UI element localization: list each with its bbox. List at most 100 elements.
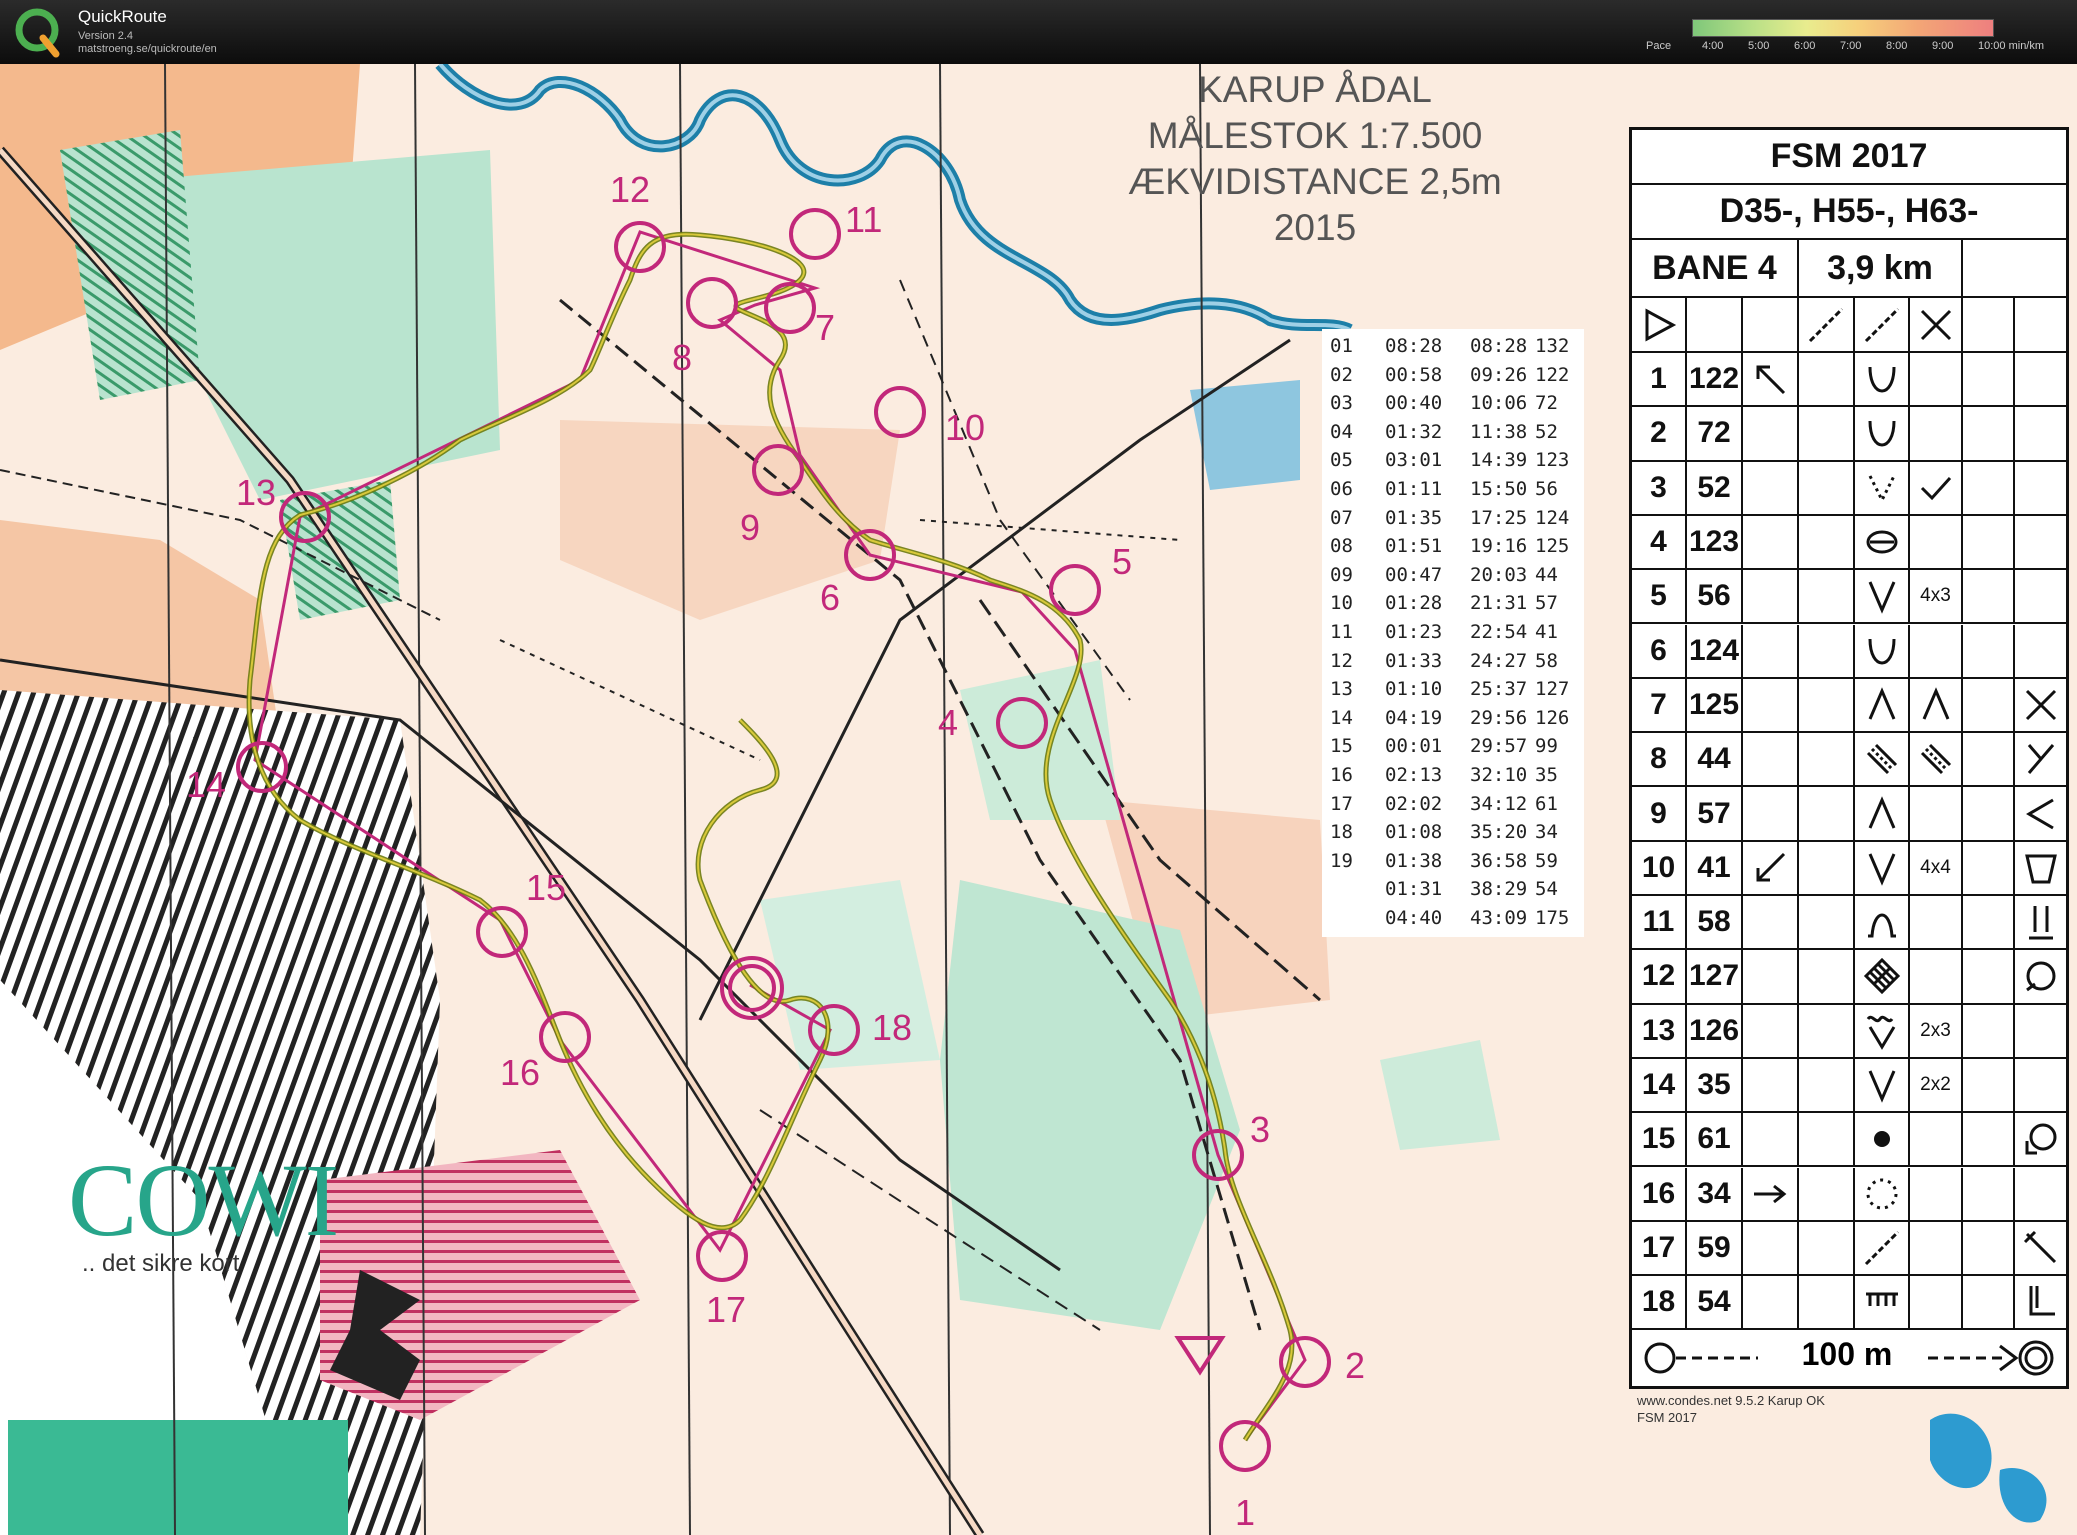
split-total: 11:38 <box>1470 420 1528 443</box>
split-split: 01:11 <box>1385 478 1443 500</box>
control-description-row: 5 56 4x3 <box>1632 570 2066 625</box>
split-split: 01:35 <box>1385 506 1443 529</box>
grid-icon <box>1855 950 1910 1003</box>
split-leg: 12 <box>1330 649 1353 672</box>
bars-icon <box>2015 896 2066 948</box>
start-triangle-icon <box>1632 298 1687 351</box>
control-description-row: 9 57 <box>1632 787 2066 842</box>
pace-tick: 6:00 <box>1794 40 1816 52</box>
split-code: 52 <box>1535 420 1558 443</box>
control-number: 9 <box>740 507 760 548</box>
blank-cell <box>2015 1005 2066 1057</box>
split-total: 36:58 <box>1470 849 1528 872</box>
split-total: 15:50 <box>1470 478 1528 500</box>
arrow-e-icon <box>1743 1167 1799 1220</box>
split-leg: 05 <box>1330 449 1353 472</box>
split-code: 35 <box>1535 764 1558 786</box>
control-number: 8 <box>672 337 692 378</box>
ring2-icon <box>2015 1113 2066 1165</box>
split-total: 22:54 <box>1470 621 1528 643</box>
pace-label: Pace <box>1646 40 1672 52</box>
blank-cell <box>1910 1276 1963 1329</box>
split-total: 43:09 <box>1470 907 1528 929</box>
comb-icon <box>1855 1276 1910 1329</box>
split-code: 44 <box>1535 563 1558 586</box>
blank-cell <box>1743 787 1799 840</box>
blank-cell <box>1963 733 2015 786</box>
control-dimension: 2x3 <box>1910 1004 1963 1057</box>
blank-cell <box>1799 1167 1855 1220</box>
control-description-row: 13 126 2x3 <box>1632 1004 2066 1059</box>
split-leg: 10 <box>1330 592 1353 615</box>
split-code: 54 <box>1535 878 1558 901</box>
split-split: 01:28 <box>1385 592 1443 615</box>
split-leg: 17 <box>1330 792 1353 815</box>
blank-cell <box>1963 950 2015 1003</box>
semicircle-icon <box>1855 407 1910 460</box>
path-icon <box>1855 1221 1910 1275</box>
split-total: 34:12 <box>1470 792 1528 815</box>
split-code: 123 <box>1535 449 1570 472</box>
split-split: 01:08 <box>1385 821 1443 844</box>
control-number: 13 <box>236 472 276 513</box>
split-code: 126 <box>1535 706 1570 729</box>
control-sequence: 10 <box>1632 841 1687 894</box>
blank-cell <box>1963 407 2015 460</box>
control-code: 58 <box>1687 896 1743 949</box>
split-leg: 01 <box>1330 335 1353 357</box>
split-leg: 09 <box>1330 563 1353 586</box>
control-sequence: 3 <box>1632 461 1687 514</box>
start-row <box>1632 298 2066 353</box>
control-description-row: 4 123 <box>1632 515 2066 571</box>
blank-cell <box>1743 515 1799 569</box>
brand-tagline: .. det sikre kort <box>82 1250 240 1277</box>
blank-cell <box>2015 625 2066 677</box>
pace-tick: 8:00 <box>1886 40 1908 52</box>
finish-row: 100 m <box>1632 1330 2066 1386</box>
dotcircle-icon <box>1855 1167 1910 1220</box>
control-number: 5 <box>1112 541 1132 582</box>
split-total: 20:03 <box>1470 563 1528 586</box>
control-sequence: 15 <box>1632 1113 1687 1166</box>
blank-cell <box>1799 1113 1855 1166</box>
control-sequence: 16 <box>1632 1167 1687 1220</box>
green-block <box>8 1420 348 1535</box>
control-description-row: 11 58 <box>1632 896 2066 951</box>
split-code: 122 <box>1535 363 1570 386</box>
hatch-icon <box>1855 733 1910 786</box>
blank-cell <box>1963 353 2015 406</box>
blank-cell <box>1910 515 1963 569</box>
control-description-row: 3 52 <box>1632 461 2066 516</box>
blank-cell <box>1963 896 2015 949</box>
control-code: 125 <box>1687 678 1743 732</box>
blank-cell <box>1910 1113 1963 1166</box>
blank-cell <box>1799 896 1855 949</box>
inv-v2-icon <box>1910 678 1963 732</box>
app-url: matstroeng.se/quickroute/en <box>78 43 217 55</box>
semicircle-icon <box>1855 353 1910 406</box>
blank-cell <box>1963 1167 2015 1220</box>
split-leg: 02 <box>1330 363 1353 386</box>
path-icon <box>1799 298 1855 351</box>
control-number: 11 <box>845 199 882 240</box>
blank-cell <box>2015 298 2066 351</box>
split-split: 01:32 <box>1385 420 1443 443</box>
blank-cell <box>1743 733 1799 786</box>
split-total: 25:37 <box>1470 678 1528 701</box>
bump-icon <box>1855 896 1910 949</box>
dotted-v-icon <box>1855 461 1910 514</box>
split-split: 01:31 <box>1385 878 1443 901</box>
control-description-row: 14 35 2x2 <box>1632 1058 2066 1114</box>
split-code: 41 <box>1535 621 1558 643</box>
check-icon <box>1910 461 1963 514</box>
split-leg: 07 <box>1330 506 1353 529</box>
control-sequence: 17 <box>1632 1221 1687 1275</box>
split-leg: 15 <box>1330 735 1353 758</box>
control-description-row: 7 125 <box>1632 678 2066 734</box>
blank-cell <box>1963 1221 2015 1275</box>
control-sequence: 7 <box>1632 678 1687 732</box>
blank-cell <box>1963 1113 2015 1166</box>
control-sequence: 5 <box>1632 570 1687 623</box>
blank-cell <box>2015 1168 2066 1220</box>
blank-cell <box>1799 515 1855 569</box>
